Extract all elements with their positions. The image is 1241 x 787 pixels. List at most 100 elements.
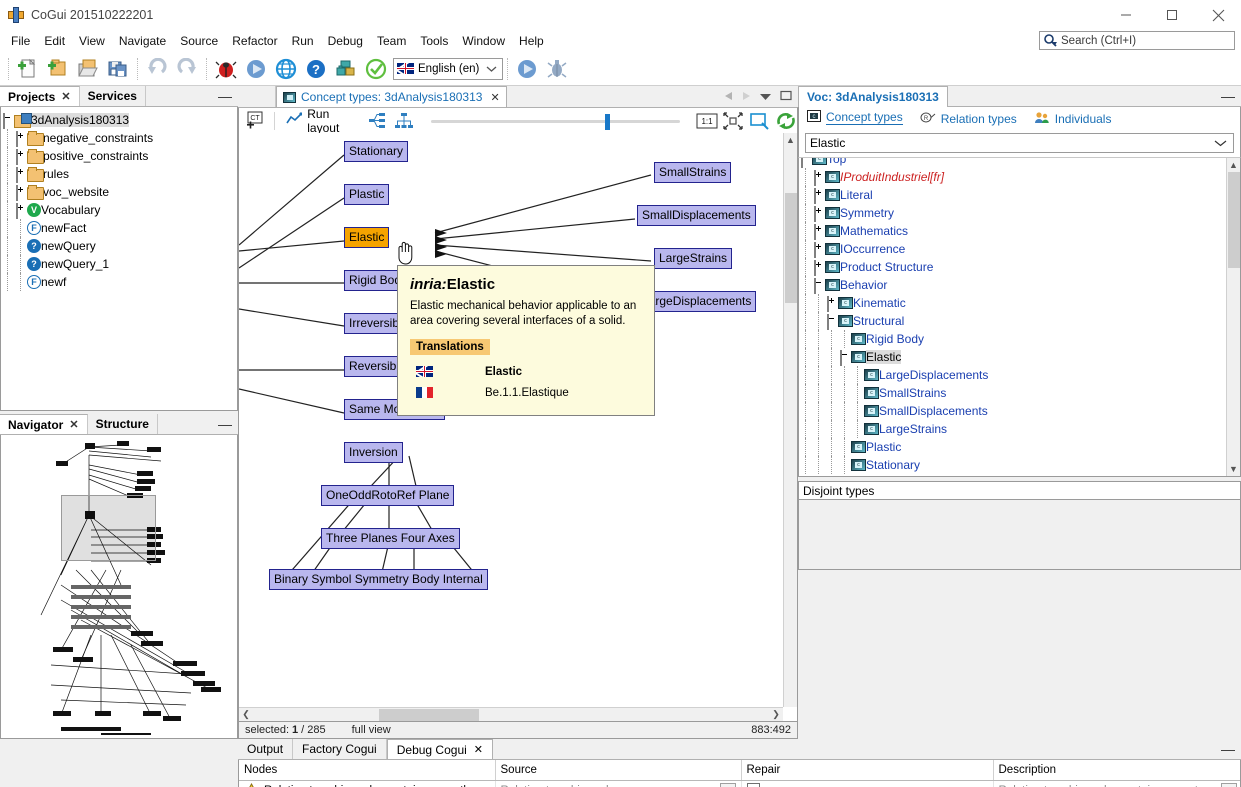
fit-to-window-icon[interactable]: [722, 106, 744, 136]
menu-refactor[interactable]: Refactor: [225, 32, 284, 50]
voc-tree-item-smallstrains[interactable]: c SmallStrains: [799, 384, 1226, 402]
globe-icon[interactable]: [271, 54, 301, 84]
expand-toggle-icon[interactable]: [16, 184, 18, 201]
tree-item-vocabulary[interactable]: V Vocabulary: [1, 201, 237, 219]
vertical-scroll-thumb[interactable]: [1228, 172, 1240, 268]
concept-type-filter-combo[interactable]: Elastic: [805, 133, 1234, 153]
source-details-button[interactable]: ...: [719, 783, 736, 787]
graph-canvas-wrapper[interactable]: Stationary Plastic Elastic Rigid Body Irreve…: [238, 133, 798, 722]
run-icon[interactable]: [512, 54, 542, 84]
add-concept-type-icon[interactable]: CT: [245, 106, 267, 136]
graph-node-largestrains[interactable]: LargeStrains: [654, 248, 733, 269]
graph-horizontal-scrollbar[interactable]: ❮ ❯: [239, 707, 783, 721]
expand-toggle-icon[interactable]: [16, 166, 18, 183]
expand-toggle-icon[interactable]: [814, 223, 816, 240]
tree-item-negative-constraints[interactable]: negative_constraints: [1, 129, 237, 147]
scroll-up-icon[interactable]: ▲: [1227, 158, 1240, 172]
column-header-source[interactable]: Source: [495, 760, 742, 781]
expand-toggle-icon[interactable]: [16, 202, 18, 219]
collapse-toggle-icon[interactable]: [827, 313, 829, 330]
scroll-right-icon[interactable]: ❯: [769, 709, 783, 720]
minimize-panel-button[interactable]: —: [1221, 742, 1235, 756]
zoom-slider-thumb[interactable]: [605, 113, 611, 130]
open-project-icon[interactable]: [73, 54, 103, 84]
table-row[interactable]: Relation type hierarchy contains more th…: [239, 780, 1240, 787]
build-icon[interactable]: [331, 54, 361, 84]
voc-tree-item-largedisplacements[interactable]: c LargeDisplacements: [799, 366, 1226, 384]
hierarchy-layout-icon[interactable]: [367, 106, 389, 136]
save-all-icon[interactable]: [103, 54, 133, 84]
collapse-toggle-icon[interactable]: [3, 112, 5, 129]
tab-relation-types[interactable]: R Relation types: [912, 107, 1026, 130]
voc-tree-item-plastic[interactable]: c Plastic: [799, 438, 1226, 456]
voc-tree-item-elastic[interactable]: c Elastic: [799, 348, 1226, 366]
menu-file[interactable]: File: [4, 32, 37, 50]
graph-node-plastic[interactable]: Plastic: [344, 184, 390, 205]
voc-tree-item-structural[interactable]: c Structural: [799, 312, 1226, 330]
voc-tree-item-top[interactable]: c Top: [799, 158, 1226, 168]
collapse-toggle-icon[interactable]: [840, 349, 842, 366]
expand-toggle-icon[interactable]: [814, 241, 816, 258]
refresh-icon[interactable]: [775, 106, 797, 136]
debug-project-icon[interactable]: [211, 54, 241, 84]
minimize-panel-button[interactable]: —: [218, 89, 232, 103]
search-input[interactable]: Search (Ctrl+I): [1039, 31, 1235, 50]
voc-tree-item-kinematic[interactable]: c Kinematic: [799, 294, 1226, 312]
voc-tree-item-symmetry[interactable]: c Symmetry: [799, 204, 1226, 222]
scroll-left-icon[interactable]: ❮: [239, 709, 253, 720]
prev-tab-icon[interactable]: [724, 90, 733, 104]
disjoint-types-list[interactable]: [798, 500, 1241, 570]
maximize-editor-icon[interactable]: [780, 90, 792, 104]
navigator-viewport-rect[interactable]: [61, 495, 156, 561]
vocabulary-tree-body[interactable]: c Top c IProduitIndustriel[fr] c Literal c Symm…: [798, 157, 1241, 477]
close-button[interactable]: [1195, 0, 1241, 30]
debug-icon[interactable]: [542, 54, 572, 84]
scroll-down-icon[interactable]: ▼: [1227, 462, 1240, 476]
tree-layout-icon[interactable]: [393, 106, 415, 136]
tree-item-positive-constraints[interactable]: positive_constraints: [1, 147, 237, 165]
graph-node-smallstrains[interactable]: SmallStrains: [654, 162, 732, 183]
menu-source[interactable]: Source: [173, 32, 225, 50]
tab-debug-cogui[interactable]: Debug Cogui ✕: [386, 739, 494, 759]
voc-tree-item-iproduitindustriel-fr-[interactable]: c IProduitIndustriel[fr]: [799, 168, 1226, 186]
tab-structure[interactable]: Structure: [87, 414, 158, 434]
voc-tree-item-mathematics[interactable]: c Mathematics: [799, 222, 1226, 240]
undo-icon[interactable]: [142, 54, 172, 84]
minimize-panel-button[interactable]: —: [218, 417, 232, 431]
expand-toggle-icon[interactable]: [16, 148, 18, 165]
menu-edit[interactable]: Edit: [37, 32, 72, 50]
voc-tree-item-behavior[interactable]: c Behavior: [799, 276, 1226, 294]
graph-node-smalldisplacements[interactable]: SmallDisplacements: [637, 205, 756, 226]
tree-item-newf[interactable]: Fnewf: [1, 273, 237, 291]
graph-node-elastic[interactable]: Elastic: [344, 227, 390, 248]
tab-services[interactable]: Services: [79, 86, 146, 106]
collapse-toggle-icon[interactable]: [801, 158, 803, 168]
expand-toggle-icon[interactable]: [814, 187, 816, 204]
tab-concept-types[interactable]: c Concept types: [799, 107, 912, 130]
new-file-icon[interactable]: [13, 54, 43, 84]
column-header-description[interactable]: Description: [993, 760, 1240, 781]
graph-vertical-scrollbar[interactable]: ▲: [783, 133, 797, 707]
vocabulary-panel-title[interactable]: Voc: 3dAnalysis180313: [798, 86, 948, 107]
tree-item-rules[interactable]: rules: [1, 165, 237, 183]
expand-toggle-icon[interactable]: [814, 259, 816, 276]
language-selector[interactable]: English (en): [393, 57, 503, 80]
menu-view[interactable]: View: [72, 32, 112, 50]
tab-output[interactable]: Output: [238, 739, 294, 759]
voc-tree-item-product-structure[interactable]: c Product Structure: [799, 258, 1226, 276]
voc-tree-item-largestrains[interactable]: c LargeStrains: [799, 420, 1226, 438]
menu-window[interactable]: Window: [455, 32, 512, 50]
menu-navigate[interactable]: Navigate: [112, 32, 173, 50]
tab-factory-cogui[interactable]: Factory Cogui: [293, 739, 387, 759]
tab-individuals[interactable]: Individuals: [1026, 107, 1121, 130]
tree-item-newfact[interactable]: FnewFact: [1, 219, 237, 237]
tree-item-newquery[interactable]: ? newQuery: [1, 237, 237, 255]
maximize-button[interactable]: [1149, 0, 1195, 30]
scroll-up-icon[interactable]: ▲: [784, 133, 797, 147]
menu-run[interactable]: Run: [285, 32, 321, 50]
expand-toggle-icon[interactable]: [814, 205, 816, 222]
graph-node-stationary[interactable]: Stationary: [344, 141, 409, 162]
run-layout-button[interactable]: Run layout: [282, 107, 363, 135]
vocabulary-scrollbar[interactable]: ▲ ▼: [1226, 158, 1240, 476]
zoom-select-icon[interactable]: [748, 106, 770, 136]
